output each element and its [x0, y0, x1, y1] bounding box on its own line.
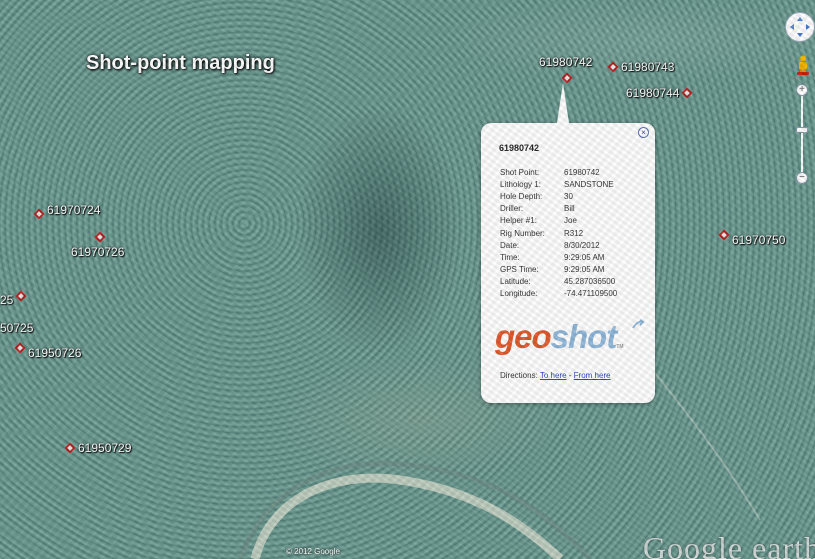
marker-label: 61980742 — [539, 55, 593, 69]
marker-label: 61970724 — [47, 202, 101, 217]
diamond-marker-icon — [607, 61, 619, 73]
diamond-marker-icon — [15, 290, 28, 302]
attribute-key: Longitude: — [500, 289, 538, 299]
attribute-value: 9:29:05 AM — [564, 252, 605, 262]
marker-61950729[interactable]: 61950729 — [64, 441, 132, 455]
marker-label: 61980744 — [626, 86, 680, 100]
directions-prefix: Directions: — [500, 371, 540, 380]
directions-separator: - — [566, 371, 574, 380]
attribute-key: Driller: — [500, 204, 524, 214]
balloon-tail — [557, 83, 569, 123]
attribute-table: Shot Point: 61980742 Lithology 1: SANDSTONE… — [500, 166, 617, 300]
from-here-link[interactable]: From here — [574, 371, 611, 380]
zoom-out-button[interactable]: − — [796, 172, 808, 184]
attribute-row: Helper #1: Joe — [500, 215, 617, 227]
attribute-key: Date: — [500, 240, 520, 250]
marker-61950726[interactable]: 61950726 — [14, 336, 82, 360]
geoshot-logo: geoshotTM — [495, 318, 624, 356]
diamond-marker-icon — [94, 231, 106, 243]
attribute-key: Latitude: — [500, 277, 531, 287]
marker-61980744[interactable]: 61980744 — [626, 86, 694, 100]
logo-tm: TM — [616, 344, 624, 350]
marker-61970724[interactable]: 61970724 — [33, 201, 101, 220]
compass-arrows-icon — [790, 17, 810, 37]
satellite-map[interactable]: Shot-point mapping 61980742 61980743 619… — [0, 0, 815, 559]
zoom-in-button[interactable]: + — [796, 84, 808, 96]
marker-label: 61950729 — [78, 441, 132, 455]
logo-geo-text: geo — [495, 318, 552, 355]
marker-61970726[interactable]: 61970726 — [71, 231, 125, 259]
attribute-value: 61980742 — [564, 167, 600, 177]
attribute-value: 9:29:05 AM — [564, 265, 605, 275]
attribute-row: Time: 9:29:05 AM — [500, 251, 617, 263]
street-view-pegman-icon[interactable] — [797, 55, 809, 75]
diamond-marker-icon — [14, 342, 26, 354]
attribute-row: Latitude: 45.287036500 — [500, 276, 617, 288]
map-title: Shot-point mapping — [86, 52, 275, 74]
diamond-marker-icon — [718, 229, 730, 241]
marker-label: 61980743 — [621, 60, 675, 74]
attribute-row: Date: 8/30/2012 — [500, 239, 617, 251]
attribute-key: Shot Point: — [500, 167, 540, 177]
marker-61980742[interactable]: 61980742 — [539, 55, 593, 84]
zoom-slider[interactable]: + − — [796, 84, 808, 186]
marker-label: 25 — [0, 293, 14, 307]
attribute-row: Driller: Bill — [500, 203, 617, 215]
navigation-compass-icon[interactable] — [785, 12, 815, 42]
info-balloon: × 61980742 Shot Point: 61980742 Lithology … — [481, 83, 655, 403]
attribute-key: GPS Time: — [500, 265, 539, 275]
marker-61980743[interactable]: 61980743 — [607, 60, 675, 74]
geoshot-arrow-icon — [632, 319, 645, 329]
google-earth-watermark: Google earth — [642, 530, 815, 559]
attribute-value: 30 — [564, 191, 573, 201]
marker-61970750[interactable]: 61970750 — [718, 223, 786, 247]
attribute-row: Rig Number: R312 — [500, 227, 617, 239]
logo-shot-text: shot — [550, 318, 618, 355]
directions: Directions: To here - From here — [500, 371, 611, 380]
zoom-handle[interactable] — [796, 127, 808, 133]
attribute-value: Joe — [564, 216, 577, 226]
attribute-value: SANDSTONE — [564, 179, 614, 189]
attribute-value: -74.471109500 — [564, 289, 618, 299]
to-here-link[interactable]: To here — [540, 371, 567, 380]
diamond-marker-icon — [64, 442, 76, 454]
diamond-marker-icon — [561, 72, 573, 84]
attribute-key: Hole Depth: — [500, 191, 543, 201]
attribute-row: GPS Time: 9:29:05 AM — [500, 264, 617, 276]
attribute-row: Hole Depth: 30 — [500, 190, 617, 202]
attribute-row: Shot Point: 61980742 — [500, 166, 617, 178]
attribute-value: Bill — [564, 204, 575, 214]
attribute-key: Lithology 1: — [500, 179, 541, 189]
diamond-marker-icon — [681, 87, 694, 99]
attribute-value: 45.287036500 — [564, 277, 616, 287]
zoom-track — [801, 90, 803, 182]
balloon-title: 61980742 — [499, 143, 540, 153]
marker-label: 61970750 — [732, 233, 786, 247]
marker-label: 50725 — [0, 321, 34, 335]
attribute-row: Longitude: -74.471109500 — [500, 288, 617, 300]
diamond-marker-icon — [33, 208, 45, 220]
attribute-key: Helper #1: — [500, 216, 537, 226]
copyright-text: © 2012 Google — [286, 547, 340, 556]
attribute-value: 8/30/2012 — [564, 240, 600, 250]
marker-label: 61950726 — [28, 346, 82, 360]
attribute-value: R312 — [564, 228, 584, 238]
close-icon[interactable]: × — [638, 127, 649, 138]
river-road — [237, 299, 761, 559]
marker-label: 61970726 — [71, 245, 125, 259]
attribute-key: Time: — [500, 252, 520, 262]
attribute-key: Rig Number: — [500, 228, 545, 238]
marker-25[interactable]: 25 — [0, 285, 28, 307]
attribute-row: Lithology 1: SANDSTONE — [500, 178, 617, 190]
marker-50725[interactable]: 50725 — [0, 321, 33, 335]
